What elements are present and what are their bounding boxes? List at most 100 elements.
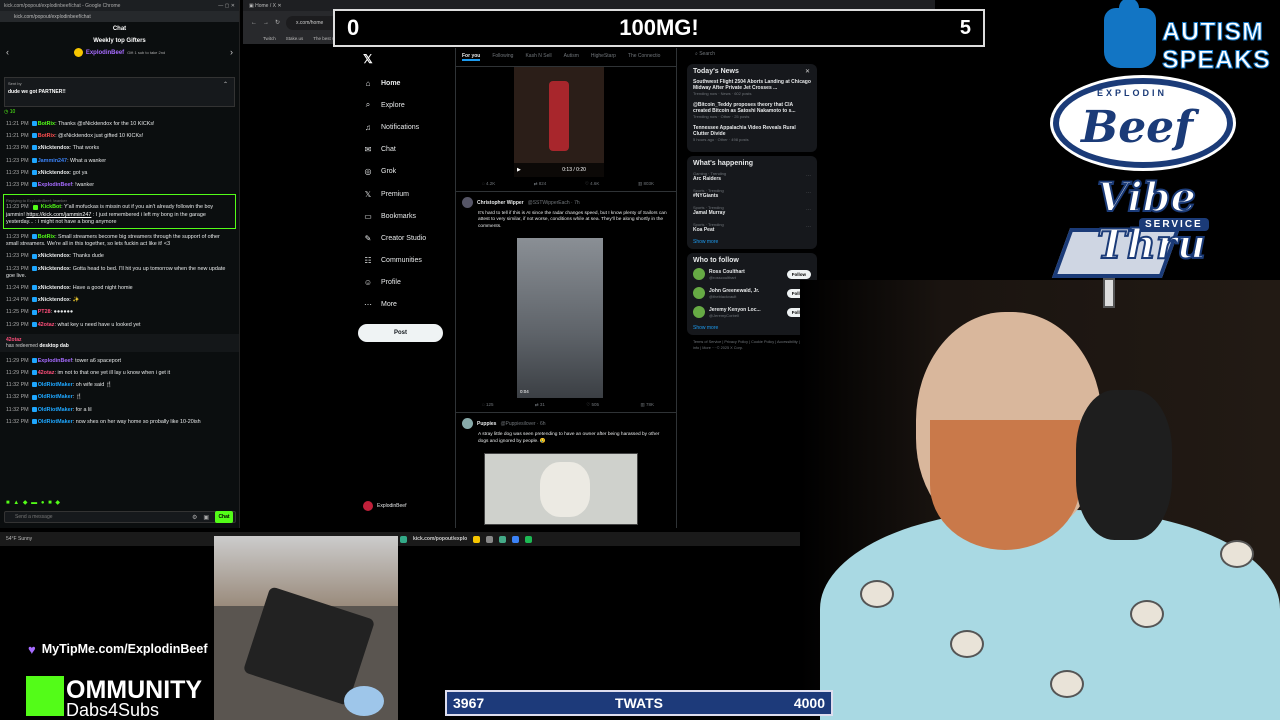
nav-item-creator-studio[interactable]: ✎ Creator Studio — [353, 227, 453, 249]
show-more-link[interactable]: Show more — [693, 325, 811, 331]
message-user[interactable]: OldRiotMaker — [38, 382, 73, 388]
chat-message[interactable]: 11:21 PM BotRix: Thanks @xNicktendox for … — [6, 121, 233, 128]
show-more-link[interactable]: Show more — [693, 239, 811, 245]
chevron-left-icon[interactable]: ‹ — [6, 47, 9, 57]
nav-item-bookmarks[interactable]: ▭ Bookmarks — [353, 205, 453, 227]
message-user[interactable]: xNicktendox — [38, 253, 70, 259]
follow-suggestion[interactable]: Jeremy Kenyon Loc... @JeremyCorbell Follow — [693, 306, 811, 318]
follow-button[interactable]: Follow — [786, 269, 811, 279]
more-icon[interactable]: ⋯ — [806, 207, 811, 213]
highlighted-message[interactable]: Replying to ExplodinBeef: !wanker 11:23 … — [3, 194, 236, 230]
more-icon[interactable]: ⋯ — [806, 190, 811, 196]
nav-item-communities[interactable]: ☷ Communities — [353, 250, 453, 272]
chat-message[interactable]: 11:23 PM BotRix: Small streamers become b… — [6, 234, 233, 248]
tab-autism[interactable]: Autism — [564, 53, 579, 61]
message-user[interactable]: BotRix — [38, 133, 55, 139]
emote-row[interactable]: ■ ▲ ◆ ▬ ● ■ ◆ — [6, 499, 61, 506]
reload-icon[interactable]: ↻ — [275, 19, 280, 26]
chat-message[interactable]: 11:24 PM xNicktendox: Have a good night h… — [6, 285, 233, 292]
news-item[interactable]: @Bitcoin_Teddy proposes theory that CIA … — [693, 102, 811, 119]
chat-message[interactable]: 11:21 PM BotRix: @xNicktendox just gifted… — [6, 133, 233, 140]
bookmark-item[interactable]: Twitch — [263, 36, 276, 42]
message-user[interactable]: OldRiotMaker — [38, 394, 73, 400]
avatar[interactable] — [693, 306, 705, 318]
message-user[interactable]: xNicktendox — [38, 170, 70, 176]
trend-item[interactable]: Sports · Trending #NYGiants ⋯ — [693, 188, 811, 199]
follow-suggestion[interactable]: Ross Coulthart @rosscoulthart Follow — [693, 268, 811, 280]
play-icon[interactable]: ▶ — [517, 167, 521, 173]
gift-icon[interactable]: ▣ — [203, 514, 209, 521]
tweet-action[interactable]: ⇄ 31 — [535, 402, 545, 408]
chat-message[interactable]: 11:29 PM 42otaz: what key u need have u l… — [6, 322, 233, 329]
chat-message[interactable]: 11:25 PM PT28: ●●●●●● — [6, 309, 233, 316]
tweet-video[interactable]: 0:04 — [517, 238, 603, 399]
close-icon[interactable]: ✕ — [805, 68, 810, 75]
message-user[interactable]: xNicktendox — [38, 266, 70, 272]
app-icon[interactable] — [486, 535, 494, 543]
chat-message[interactable]: 11:29 PM 42otaz: im not to that one yet i… — [6, 370, 233, 377]
chat-message-list[interactable]: 11:21 PM BotRix: Thanks @xNicktendox for … — [0, 121, 239, 426]
chat-message[interactable]: 11:23 PM Jammin247: What a wanker — [6, 158, 233, 165]
message-user[interactable]: ExplodinBeef — [38, 182, 72, 188]
avatar[interactable] — [462, 197, 473, 208]
message-user[interactable]: Jammin247 — [38, 158, 67, 164]
message-user[interactable]: OldRiotMaker — [38, 419, 73, 425]
news-item[interactable]: Southwest Flight 2504 Aborts Landing at … — [693, 79, 811, 96]
tweet-action[interactable]: ⇄ 824 — [534, 181, 547, 187]
trend-item[interactable]: Sports · Trending Koa Peat ⋯ — [693, 222, 811, 233]
message-user[interactable]: xNicktendox — [38, 297, 70, 303]
tweet-action[interactable]: ♡ 505 — [586, 402, 599, 408]
avatar[interactable] — [693, 268, 705, 280]
app-icon[interactable] — [512, 535, 520, 543]
chat-message[interactable]: 11:23 PM xNicktendox: Gotta head to bed. … — [6, 266, 233, 280]
news-item[interactable]: Tennessee Appalachia Video Reveals Rural… — [693, 125, 811, 142]
nav-item-profile[interactable]: ☺ Profile — [353, 272, 453, 294]
nav-item-chat[interactable]: ✉ Chat — [353, 139, 453, 161]
trend-item[interactable]: Sports · Trending Jamal Murray ⋯ — [693, 205, 811, 216]
message-user[interactable]: xNicktendox — [38, 145, 70, 151]
message-user[interactable]: PT28 — [38, 309, 51, 315]
search-input[interactable]: ⌕ Search — [687, 48, 817, 60]
app-icon[interactable] — [525, 535, 533, 543]
chat-message[interactable]: 11:29 PM ExplodinBeef: tower a6 spaceport — [6, 358, 233, 365]
chat-message[interactable]: 11:32 PM OldRiotMaker: oh wife said 🍴 — [6, 382, 233, 389]
tweet-author[interactable]: Christopher Wipper — [477, 200, 524, 206]
chat-message[interactable]: 11:32 PM OldRiotMaker: 🍴 — [6, 394, 233, 401]
message-link[interactable]: https://kick.com/jammin247 — [26, 212, 91, 218]
tab-for-you[interactable]: For you — [462, 53, 481, 61]
chat-message[interactable]: 11:23 PM xNicktendox: That works — [6, 145, 233, 152]
nav-item-premium[interactable]: 𝕏 Premium — [353, 183, 453, 205]
nav-item-grok[interactable]: ◎ Grok — [353, 161, 453, 183]
pinned-message[interactable]: Sent by dude we got PARTNER!! ⌃ — [4, 77, 235, 107]
nav-item-more[interactable]: ⋯ More — [353, 294, 453, 316]
message-user[interactable]: xNicktendox — [38, 285, 70, 291]
chevron-right-icon[interactable]: › — [230, 47, 233, 57]
back-icon[interactable]: ← — [251, 20, 257, 26]
chat-message[interactable]: 11:23 PM xNicktendox: Thanks dude — [6, 253, 233, 260]
tweet-action[interactable]: ◌ 4.2K — [482, 181, 495, 187]
message-user[interactable]: BotRix — [38, 234, 55, 240]
video-controls[interactable]: ▶ 0:13 / 0:20 — [514, 163, 604, 177]
avatar[interactable] — [462, 418, 473, 430]
message-user[interactable]: 42otaz — [38, 370, 55, 376]
chat-message[interactable]: 11:32 PM OldRiotMaker: now shes on her wa… — [6, 419, 233, 426]
tweet-action[interactable]: ▥ 803K — [638, 181, 654, 187]
tab-kash-n-sell[interactable]: Kash N Sell — [525, 53, 551, 61]
settings-icon[interactable]: ⚙ — [192, 514, 197, 521]
avatar[interactable] — [693, 287, 705, 299]
chat-message[interactable]: 11:24 PM xNicktendox: ✨ — [6, 297, 233, 304]
top-gifter[interactable]: ExplodinBeef Gift 1 sub to take 2nd — [0, 48, 239, 57]
tweet-video[interactable]: ▶ 0:13 / 0:20 — [514, 67, 604, 177]
account-switcher[interactable]: ExplodinBeef — [363, 501, 453, 511]
tab-the-connectio[interactable]: The Connectio — [628, 53, 661, 61]
tweet[interactable]: Christopher Wipper @SSTWipperEach · 7h I… — [456, 192, 676, 399]
more-icon[interactable]: ⋯ — [806, 224, 811, 230]
chat-url-bar[interactable]: kick.com/popout/explodinbeef/chat — [0, 11, 239, 22]
tweet[interactable]: Puppies @Puppiesilover · 6h A stray litt… — [456, 413, 676, 526]
chat-send-button[interactable]: Chat — [215, 511, 233, 523]
bookmark-item[interactable]: Stake.us — [286, 36, 304, 42]
app-icon[interactable] — [499, 535, 507, 543]
post-button[interactable]: Post — [358, 324, 443, 343]
message-user[interactable]: 42otaz — [38, 322, 55, 328]
pin-icon[interactable]: ⌃ — [223, 81, 228, 88]
